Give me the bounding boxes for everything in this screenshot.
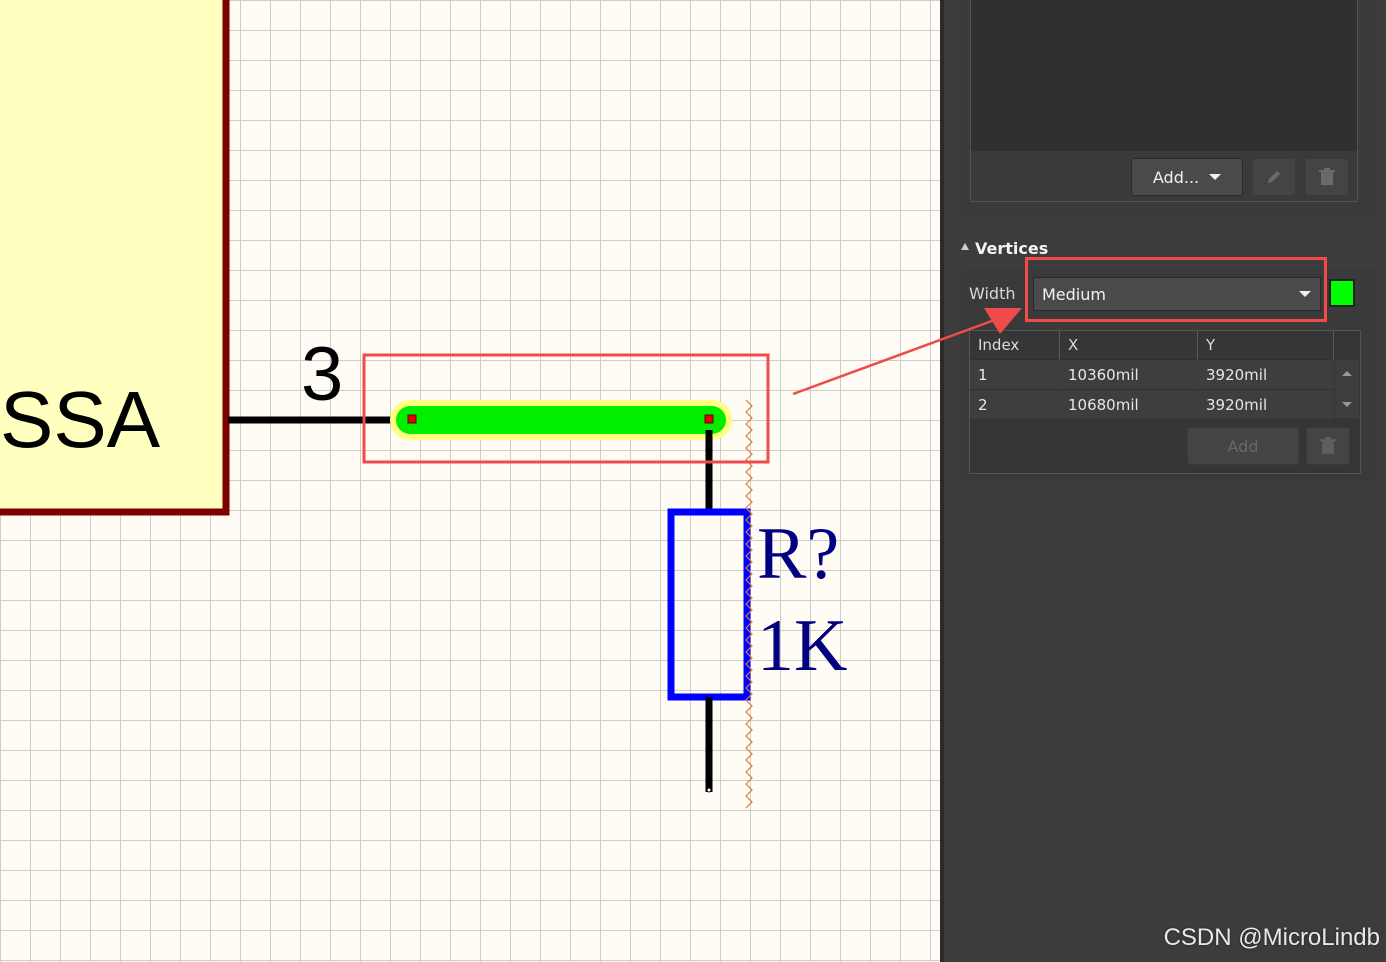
scroll-up-icon[interactable] (1342, 371, 1352, 376)
resistor-body[interactable] (667, 508, 751, 701)
delete-parameter-button[interactable] (1305, 158, 1349, 196)
cell-index[interactable]: 2 (970, 389, 1060, 419)
schematic-drawing: SSA 3 R? 1K (0, 0, 847, 809)
vertex-handle-2[interactable] (704, 414, 714, 424)
scroll-down-icon[interactable] (1342, 402, 1352, 407)
add-menu-button[interactable]: Add... (1131, 158, 1243, 196)
vertices-table[interactable]: Index X Y 1 10360mil 3920mil 2 10680mil … (970, 331, 1334, 419)
cell-x[interactable]: 10360mil (1059, 359, 1198, 390)
resistor-designator[interactable]: R? (757, 513, 839, 595)
edit-parameter-button[interactable] (1252, 158, 1296, 196)
width-label: Width (969, 284, 1016, 303)
watermark: CSDN @MicroLindb (1163, 924, 1380, 951)
width-highlight-box (1025, 257, 1327, 322)
cell-y[interactable]: 3920mil (1197, 389, 1334, 419)
column-header-y[interactable]: Y (1197, 331, 1334, 360)
cell-y[interactable]: 3920mil (1197, 359, 1334, 390)
collapse-triangle-icon[interactable] (961, 243, 969, 250)
add-vertex-button[interactable]: Add (1187, 427, 1299, 465)
delete-vertex-button[interactable] (1306, 427, 1350, 465)
add-menu-label: Add... (1152, 167, 1200, 187)
column-header-x[interactable]: X (1059, 331, 1198, 360)
trash-icon (1319, 168, 1335, 185)
vertices-section-title[interactable]: Vertices (975, 239, 1048, 258)
table-scrollbar[interactable] (1335, 360, 1359, 418)
pencil-icon (1268, 171, 1280, 183)
chevron-down-icon (1209, 174, 1222, 180)
resistor-value[interactable]: 1K (757, 605, 847, 687)
component-label: SSA (0, 375, 161, 464)
vertex-handle-1[interactable] (407, 414, 417, 424)
cell-index[interactable]: 1 (970, 359, 1060, 390)
column-header-index[interactable]: Index (970, 331, 1060, 360)
pin-number: 3 (301, 332, 343, 417)
vertices-header-row: Index X Y (970, 331, 1334, 360)
pin-end-marker (706, 787, 712, 793)
table-row[interactable]: 2 10680mil 3920mil (970, 389, 1334, 419)
add-vertex-label: Add (1227, 436, 1259, 456)
cell-x[interactable]: 10680mil (1059, 389, 1198, 419)
parameters-grid[interactable] (970, 0, 1358, 153)
table-row[interactable]: 1 10360mil 3920mil (970, 359, 1334, 390)
properties-panel: Add... Vertices Width Medium Index X Y 1… (944, 0, 1386, 962)
schematic-canvas[interactable]: SSA 3 R? 1K (0, 0, 942, 962)
wire-color-swatch[interactable] (1329, 279, 1355, 307)
trash-icon (1320, 437, 1336, 454)
